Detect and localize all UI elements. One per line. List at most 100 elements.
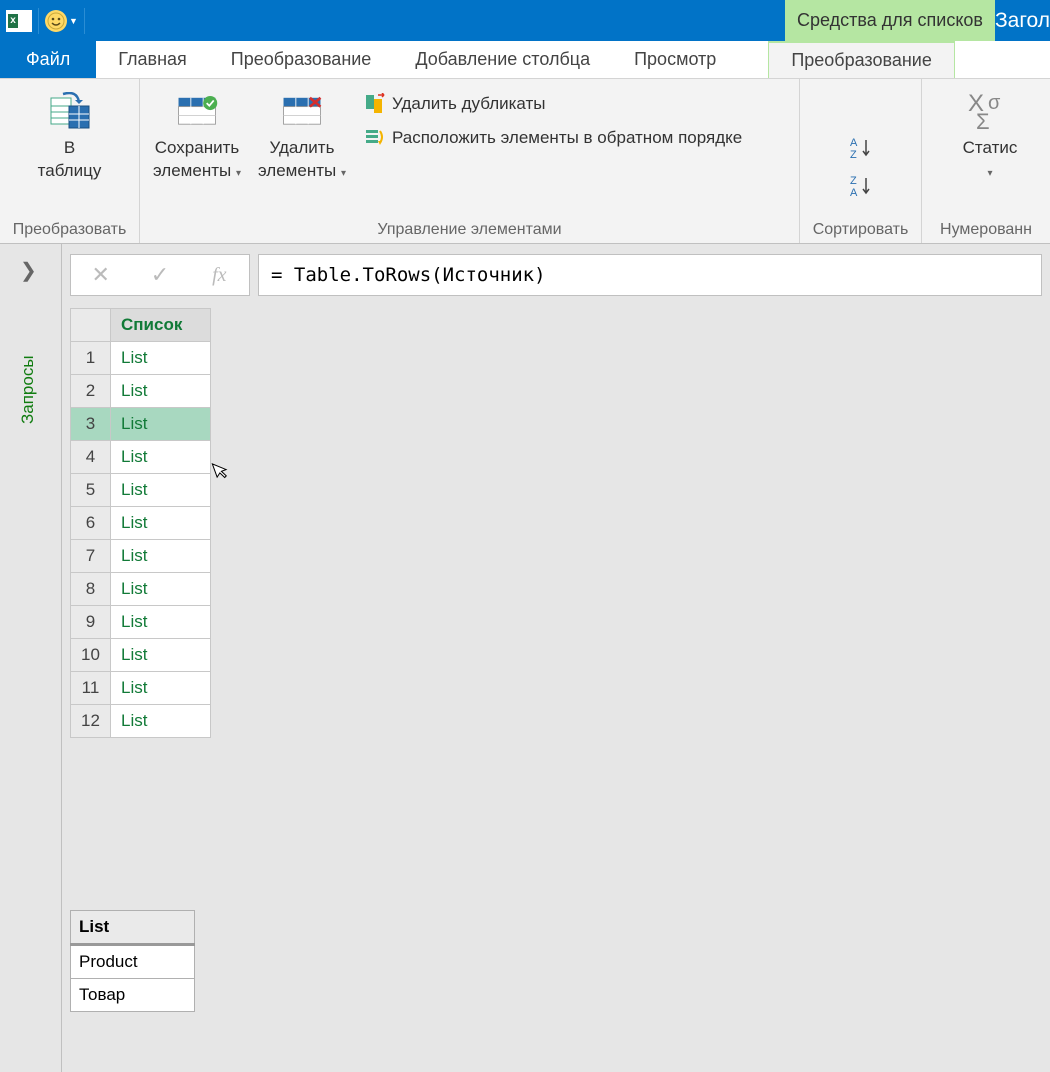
- keep-items-icon: [175, 89, 219, 133]
- svg-text:A: A: [850, 187, 858, 198]
- tab-add-column[interactable]: Добавление столбца: [393, 41, 612, 78]
- sort-desc-button[interactable]: ZA: [845, 170, 877, 202]
- row-number[interactable]: 10: [71, 639, 111, 672]
- statistics-icon: ΧσΣ: [968, 89, 1012, 133]
- row-number[interactable]: 1: [71, 342, 111, 375]
- row-number[interactable]: 12: [71, 705, 111, 738]
- formula-accept-button[interactable]: ✓: [130, 255, 189, 295]
- row-number[interactable]: 5: [71, 474, 111, 507]
- queries-pane-label: Запросы: [18, 355, 38, 424]
- preview-cell: Товар: [71, 979, 195, 1012]
- table-row[interactable]: 4List: [71, 441, 211, 474]
- remove-duplicates-button[interactable]: Удалить дубликаты: [358, 89, 748, 119]
- keep-items-button[interactable]: Сохранитьэлементы ▾: [148, 85, 246, 183]
- table-row[interactable]: 10List: [71, 639, 211, 672]
- data-grid: Список 1List2List3List4List5List6List7Li…: [70, 308, 1050, 738]
- tab-transform[interactable]: Преобразование: [209, 41, 394, 78]
- cell-value[interactable]: List: [111, 507, 211, 540]
- preview-cell: Product: [71, 945, 195, 979]
- formula-bar-buttons: ✕ ✓ fx: [70, 254, 250, 296]
- cell-value[interactable]: List: [111, 540, 211, 573]
- svg-text:A: A: [850, 137, 858, 149]
- cell-value[interactable]: List: [111, 606, 211, 639]
- remove-items-icon: [280, 89, 324, 133]
- stats-label: Статис: [963, 138, 1018, 157]
- title-bar: x ▼ Средства для списков Загол: [0, 0, 1050, 41]
- chevron-down-icon: ▾: [987, 168, 992, 179]
- cell-value[interactable]: List: [111, 408, 211, 441]
- remove-label-2: элементы: [258, 161, 336, 180]
- chevron-down-icon: ▾: [341, 168, 346, 179]
- cell-value[interactable]: List: [111, 474, 211, 507]
- tab-list-transform[interactable]: Преобразование: [768, 40, 955, 78]
- ribbon: Втаблицу Преобразовать Сох: [0, 79, 1050, 244]
- excel-icon: x: [6, 10, 32, 32]
- formula-input[interactable]: = Table.ToRows(Источник): [258, 254, 1042, 296]
- row-number[interactable]: 2: [71, 375, 111, 408]
- cell-value[interactable]: List: [111, 375, 211, 408]
- table-row[interactable]: 6List: [71, 507, 211, 540]
- group-label-sort: Сортировать: [800, 221, 921, 239]
- cell-value[interactable]: List: [111, 441, 211, 474]
- statistics-button[interactable]: ΧσΣ Статис ▾: [950, 85, 1030, 183]
- svg-text:Σ: Σ: [976, 109, 990, 131]
- preview-header: List: [71, 911, 195, 945]
- group-label-convert: Преобразовать: [0, 221, 139, 239]
- smiley-icon[interactable]: [45, 10, 67, 32]
- remove-dup-label: Удалить дубликаты: [392, 94, 546, 114]
- table-row[interactable]: 1List: [71, 342, 211, 375]
- tab-file[interactable]: Файл: [0, 41, 96, 78]
- formula-cancel-button[interactable]: ✕: [71, 255, 130, 295]
- body-area: ❯ Запросы ✕ ✓ fx = Table.ToRows(Источник…: [0, 244, 1050, 1072]
- row-number[interactable]: 3: [71, 408, 111, 441]
- table-row[interactable]: 3List: [71, 408, 211, 441]
- expand-queries-button[interactable]: ❯: [20, 258, 37, 283]
- to-table-icon: [48, 89, 92, 133]
- group-label-numeric: Нумерованн: [922, 221, 1050, 239]
- reverse-label: Расположить элементы в обратном порядке: [392, 128, 742, 148]
- table-row[interactable]: 8List: [71, 573, 211, 606]
- queries-pane: ❯ Запросы: [0, 244, 62, 1072]
- tab-view[interactable]: Просмотр: [612, 41, 738, 78]
- separator: [38, 8, 39, 34]
- remove-dup-icon: [364, 93, 386, 115]
- table-row[interactable]: 12List: [71, 705, 211, 738]
- table-row[interactable]: 11List: [71, 672, 211, 705]
- to-table-label-2: таблицу: [38, 161, 102, 180]
- row-number[interactable]: 4: [71, 441, 111, 474]
- group-label-manage: Управление элементами: [140, 221, 799, 239]
- sort-asc-button[interactable]: AZ: [845, 132, 877, 164]
- svg-text:Z: Z: [850, 149, 857, 160]
- cell-value[interactable]: List: [111, 672, 211, 705]
- cell-value[interactable]: List: [111, 705, 211, 738]
- table-row[interactable]: 9List: [71, 606, 211, 639]
- keep-label-1: Сохранить: [155, 138, 239, 157]
- qat-dropdown-icon[interactable]: ▼: [69, 16, 78, 26]
- tab-home[interactable]: Главная: [96, 41, 209, 78]
- window-title: Загол: [987, 0, 1050, 41]
- reverse-items-button[interactable]: Расположить элементы в обратном порядке: [358, 123, 748, 153]
- cell-value[interactable]: List: [111, 342, 211, 375]
- contextual-tab-header: Средства для списков: [785, 0, 995, 41]
- table-row[interactable]: 2List: [71, 375, 211, 408]
- row-number[interactable]: 8: [71, 573, 111, 606]
- cell-value[interactable]: List: [111, 639, 211, 672]
- table-row[interactable]: 7List: [71, 540, 211, 573]
- to-table-label-1: В: [64, 138, 75, 157]
- to-table-button[interactable]: Втаблицу: [30, 85, 110, 183]
- row-number[interactable]: 7: [71, 540, 111, 573]
- grid-corner[interactable]: [71, 309, 111, 342]
- reverse-icon: [364, 127, 386, 149]
- separator: [84, 8, 85, 34]
- formula-fx-button[interactable]: fx: [190, 255, 249, 295]
- row-number[interactable]: 6: [71, 507, 111, 540]
- row-number[interactable]: 11: [71, 672, 111, 705]
- cell-value[interactable]: List: [111, 573, 211, 606]
- remove-items-button[interactable]: Удалитьэлементы ▾: [254, 85, 350, 183]
- preview-row: Товар: [71, 979, 195, 1012]
- column-header-list[interactable]: Список: [111, 309, 211, 342]
- formula-bar: ✕ ✓ fx = Table.ToRows(Источник): [62, 244, 1050, 304]
- svg-text:Z: Z: [850, 175, 857, 187]
- table-row[interactable]: 5List: [71, 474, 211, 507]
- row-number[interactable]: 9: [71, 606, 111, 639]
